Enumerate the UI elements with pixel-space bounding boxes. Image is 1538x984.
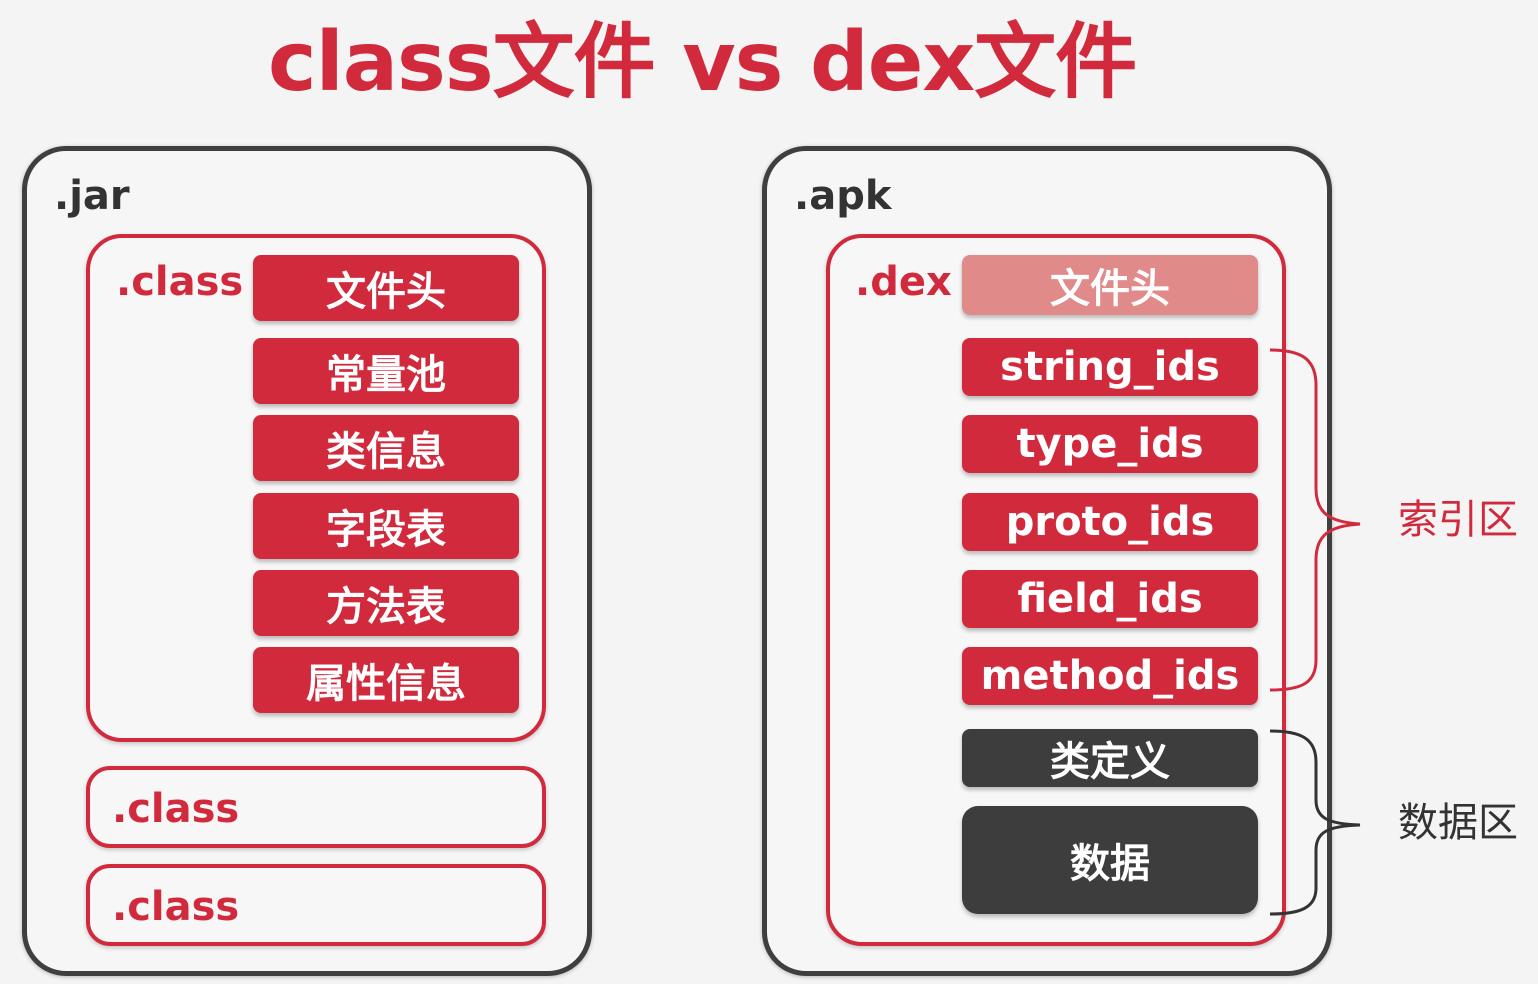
data-area-label: 数据区 bbox=[1398, 800, 1518, 846]
index-area-label: 索引区 bbox=[1398, 497, 1518, 543]
bracket-annotations bbox=[1269, 348, 1361, 916]
data-area-bracket bbox=[1269, 729, 1361, 916]
index-area-bracket bbox=[1269, 348, 1361, 692]
